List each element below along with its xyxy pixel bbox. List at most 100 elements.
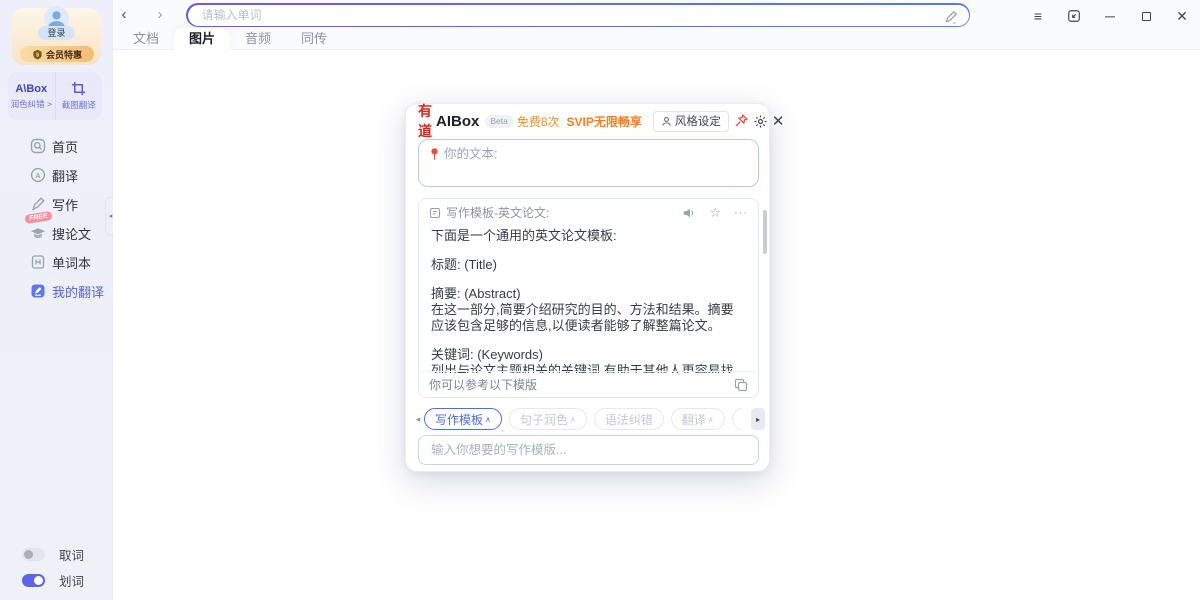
capture-word-label: 取词	[59, 545, 84, 564]
tags-next-icon: ▸	[756, 415, 760, 424]
mini-window-icon	[1067, 9, 1081, 23]
close-icon: ✕	[1176, 8, 1188, 25]
tag-label: 句子润色	[520, 411, 568, 428]
tag-translate[interactable]: 翻译 ∧	[671, 408, 725, 430]
template-title: 写作模板-英文论文:	[446, 204, 549, 221]
screenshot-translate-shortcut[interactable]: 截图翻译	[55, 72, 103, 120]
sidebar-item-home[interactable]: 首页	[0, 133, 113, 159]
home-icon	[30, 138, 46, 154]
template-body: 下面是一个通用的英文论文模板: 标题: (Title) 摘要: (Abstrac…	[419, 226, 758, 373]
wordbook-icon	[30, 254, 46, 270]
dialog-close-icon: ✕	[772, 112, 785, 130]
red-pin-icon	[429, 147, 440, 162]
app-menu-button[interactable]: ≡	[1020, 4, 1056, 28]
tag-grammar-check[interactable]: 语法纠错	[594, 408, 664, 430]
caret-icon: ∧	[708, 415, 714, 424]
minimize-button[interactable]: ─	[1092, 4, 1128, 28]
sidebar-item-label: 写作	[52, 195, 78, 214]
select-word-label: 划词	[59, 571, 84, 590]
maximize-icon	[1142, 12, 1151, 21]
style-setting-button[interactable]: 风格设定	[653, 111, 729, 132]
template-icon	[429, 207, 441, 219]
youdao-logo: 有道	[418, 101, 432, 141]
window-controls: ≡ ─ ✕	[1020, 4, 1200, 28]
pin-icon	[733, 113, 749, 129]
speaker-icon[interactable]	[682, 206, 696, 220]
tab-image[interactable]: 图片	[174, 28, 230, 50]
app-window: 登录 $ 会员特惠 A\Box 润色纠错 > 截图翻译	[0, 0, 1200, 600]
aibox-title: AIBox	[436, 113, 479, 130]
close-window-button[interactable]: ✕	[1164, 4, 1200, 28]
aibox-shortcut-card: A\Box 润色纠错 > 截图翻译	[8, 72, 102, 120]
svip-link[interactable]: SVIP无限畅享	[567, 113, 642, 130]
template-line: 下面是一个通用的英文论文模板:	[431, 228, 746, 244]
template-line: 标题: (Title)	[431, 257, 746, 273]
your-text-input-area[interactable]: 你的文本:	[418, 139, 759, 187]
collapse-icon: ◂	[109, 212, 113, 220]
capture-word-toggle[interactable]	[22, 548, 45, 561]
sidebar-item-translate[interactable]: A 翻译	[0, 162, 113, 188]
pin-window-button[interactable]	[733, 110, 749, 132]
aibox-polish-shortcut[interactable]: A\Box 润色纠错 >	[8, 72, 55, 120]
result-tabs: 文档 图片 音频 同传	[118, 28, 342, 50]
template-line: 摘要: (Abstract)	[431, 286, 746, 302]
polish-label: 润色纠错 >	[11, 98, 52, 110]
sidebar-item-wordbook[interactable]: 单词本	[0, 249, 113, 275]
sidebar-item-my-translations[interactable]: 我的翻译	[0, 278, 113, 304]
word-capture-row: 取词	[22, 546, 84, 562]
translate-icon: A	[30, 167, 46, 183]
sidebar-item-label: 搜论文	[52, 224, 91, 243]
sidebar-item-writing[interactable]: 写作	[0, 191, 113, 217]
sidebar-item-search-papers[interactable]: FREE 搜论文	[0, 220, 113, 246]
settings-button[interactable]	[753, 110, 768, 132]
more-options-icon[interactable]: ···	[734, 207, 748, 219]
search-input[interactable]	[188, 8, 969, 22]
template-prompt-input-wrap	[418, 435, 759, 465]
tag-label: 写作模板	[435, 411, 483, 428]
my-translation-icon	[30, 283, 46, 299]
search-bar	[186, 3, 970, 27]
tag-writing-template[interactable]: 写作模板 ∧	[424, 408, 502, 430]
close-dialog-button[interactable]: ✕	[772, 110, 785, 132]
template-line: 关键词: (Keywords)	[431, 347, 746, 363]
aibox-logo: A\Box	[15, 83, 47, 95]
template-prompt-input[interactable]	[418, 435, 759, 465]
login-card[interactable]: 登录 $ 会员特惠	[12, 8, 101, 65]
copy-icon[interactable]	[734, 378, 748, 392]
person-icon	[661, 116, 672, 127]
tag-label: 翻译	[682, 411, 706, 428]
sidebar-item-label: 翻译	[52, 166, 78, 185]
select-word-toggle[interactable]	[22, 574, 45, 587]
dialog-header: 有道 AIBox Beta 免费8次 SVIP无限畅享 风格设定	[406, 104, 769, 138]
forward-button[interactable]: ›	[148, 2, 172, 26]
tab-audio[interactable]: 音频	[230, 28, 286, 50]
your-text-label: 你的文本:	[444, 147, 497, 162]
gear-icon	[753, 114, 768, 129]
maximize-button[interactable]	[1128, 4, 1164, 28]
favorite-star-icon[interactable]: ☆	[709, 206, 721, 220]
style-setting-label: 风格设定	[675, 113, 721, 129]
dialog-scrollbar[interactable]	[763, 210, 767, 254]
tag-sentence-polish[interactable]: 句子润色 ∧	[509, 408, 587, 430]
vip-badge-icon: $	[32, 49, 43, 60]
vip-offer-button[interactable]: $ 会员特惠	[20, 46, 94, 62]
tab-document[interactable]: 文档	[118, 28, 174, 50]
mini-window-button[interactable]	[1056, 4, 1092, 28]
svg-text:$: $	[36, 52, 39, 58]
tags-prev-icon[interactable]: ◂	[412, 414, 424, 425]
graduation-cap-icon	[30, 225, 46, 241]
login-button[interactable]: 登录	[38, 26, 75, 40]
template-line: 在这一部分,简要介绍研究的目的、方法和结果。摘要应该包含足够的信息,以便读者能够…	[431, 302, 746, 334]
back-button[interactable]: ‹	[112, 2, 136, 26]
beta-badge: Beta	[485, 115, 513, 128]
tag-word-wiki[interactable]: 单词百科	[732, 408, 742, 430]
tags-next-button[interactable]: ▸	[751, 408, 765, 430]
pencil-icon[interactable]	[943, 9, 959, 25]
aibox-dialog: 有道 AIBox Beta 免费8次 SVIP无限畅享 风格设定	[405, 103, 770, 472]
sidebar-item-label: 首页	[52, 137, 78, 156]
template-result-card: 写作模板-英文论文: ☆ ··· 下面是一个通用的英文论文模板: 标题: (Ti…	[418, 198, 759, 398]
sidebar: 登录 $ 会员特惠 A\Box 润色纠错 > 截图翻译	[0, 0, 113, 600]
tab-simultaneous[interactable]: 同传	[286, 28, 342, 50]
svg-text:A: A	[35, 171, 41, 180]
screenshot-translate-label: 截图翻译	[62, 99, 96, 111]
